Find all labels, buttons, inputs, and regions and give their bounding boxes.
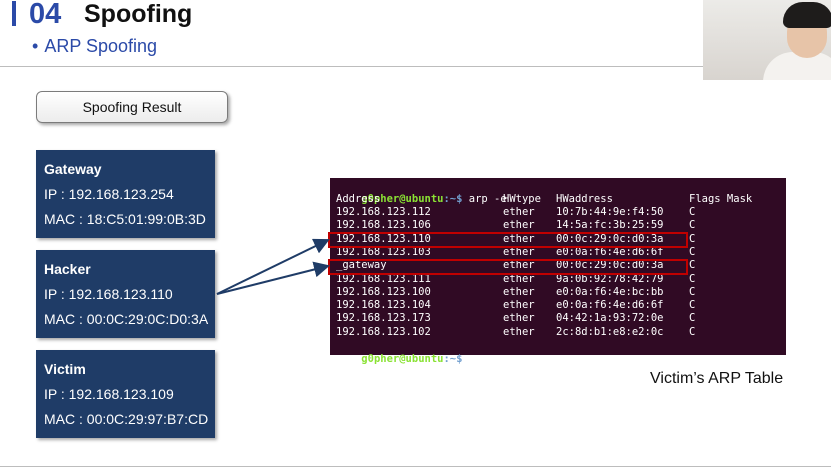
arrow-to-gateway-entry bbox=[216, 261, 330, 295]
footer-divider bbox=[0, 466, 831, 467]
arrow-to-hacker-entry bbox=[216, 238, 330, 295]
spoofing-arrows bbox=[216, 238, 330, 295]
